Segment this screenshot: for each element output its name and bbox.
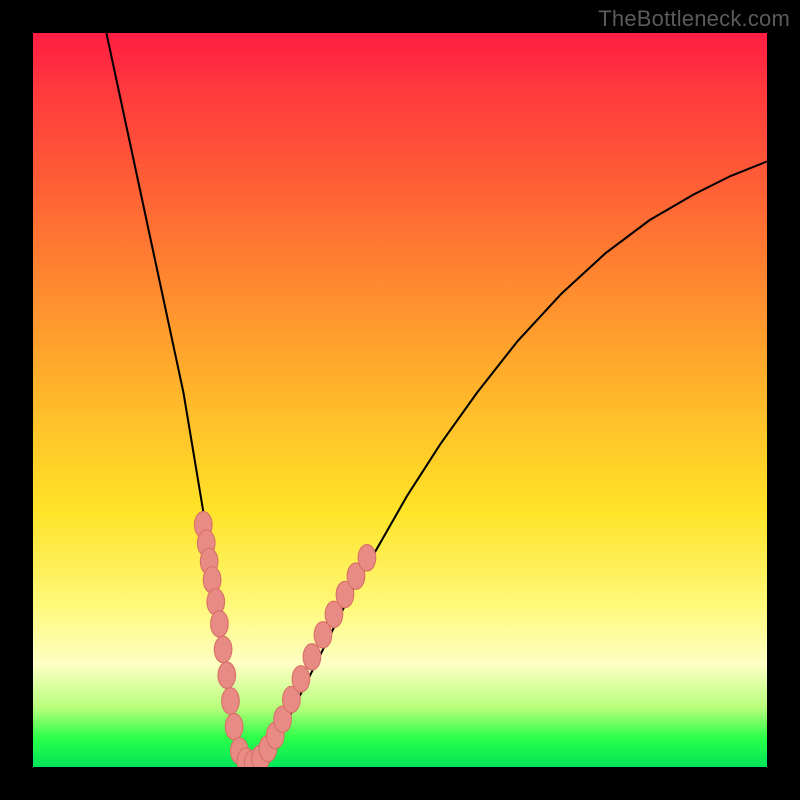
data-marker [222,688,240,714]
data-marker [225,713,243,739]
marker-layer [33,33,767,767]
data-marker [214,636,232,662]
plot-area [33,33,767,767]
watermark-text: TheBottleneck.com [598,6,790,32]
data-marker [303,644,321,670]
data-marker [292,666,310,692]
data-marker [211,611,229,637]
data-marker [358,545,376,571]
chart-frame: TheBottleneck.com [0,0,800,800]
markers [194,512,375,767]
data-marker [218,662,236,688]
